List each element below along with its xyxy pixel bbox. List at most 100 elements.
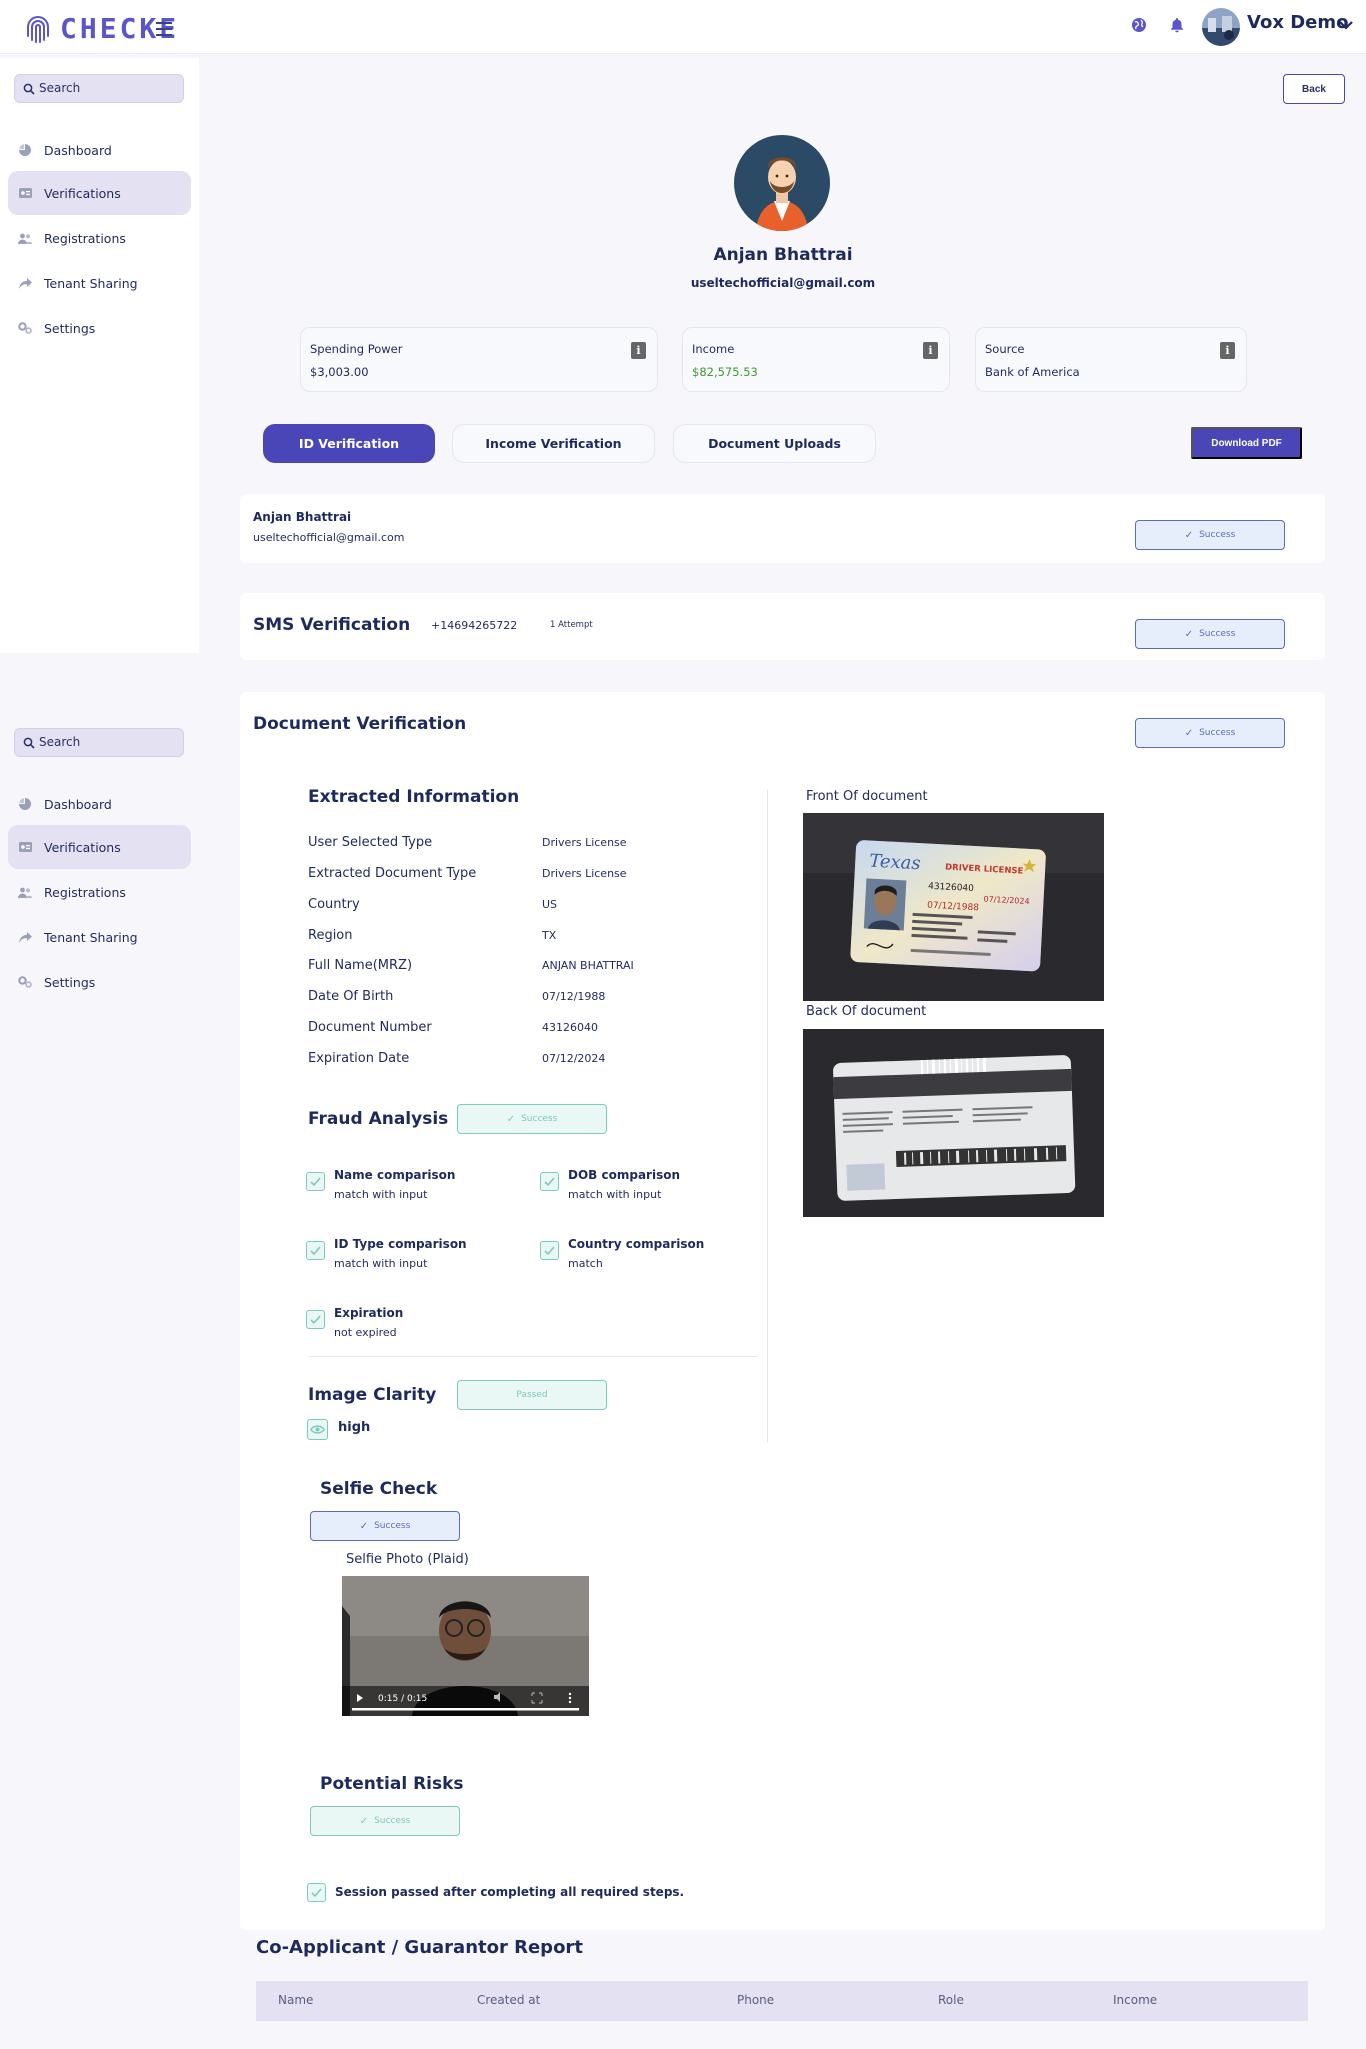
sidebar-item-label: Dashboard xyxy=(44,142,112,158)
selfie-check-title: Selfie Check xyxy=(320,1479,438,1499)
field-value: TX xyxy=(542,929,557,942)
pie-chart-icon xyxy=(18,797,32,811)
search-icon xyxy=(23,83,35,95)
field-value: 07/12/1988 xyxy=(542,990,606,1003)
video-time: 0:15 / 0:15 xyxy=(378,1694,427,1704)
horizontal-divider xyxy=(308,1356,758,1357)
column-header[interactable]: Income xyxy=(1113,1993,1157,2007)
check-title: ID Type comparison xyxy=(334,1237,467,1251)
fingerprint-logo-icon xyxy=(27,16,49,43)
field-label: User Selected Type xyxy=(308,835,433,850)
globe-icon[interactable] xyxy=(1131,17,1147,33)
image-clarity-title: Image Clarity xyxy=(308,1385,437,1405)
back-button[interactable]: Back xyxy=(1283,74,1345,104)
session-passed-text: Session passed after completing all requ… xyxy=(335,1885,685,1899)
user-avatar[interactable] xyxy=(1202,8,1240,46)
sidebar-item-verifications[interactable]: Verifications xyxy=(8,171,191,215)
search-label: Search xyxy=(39,81,81,95)
notification-bell-icon[interactable] xyxy=(1169,17,1185,33)
stat-card-source: Source Bank of America i xyxy=(975,327,1247,392)
check-title: DOB comparison xyxy=(568,1168,680,1182)
sidebar-item-dashboard[interactable]: Dashboard xyxy=(8,128,191,172)
sidebar-item-tenant-sharing[interactable]: Tenant Sharing xyxy=(8,915,191,959)
chevron-down-icon[interactable] xyxy=(1338,18,1354,32)
sidebar-item-label: Registrations xyxy=(44,230,126,246)
check-title: Name comparison xyxy=(334,1168,456,1182)
gears-icon xyxy=(18,321,32,335)
checkbox-checked-icon xyxy=(307,1883,326,1902)
user-name[interactable]: Vox Demo xyxy=(1247,12,1348,33)
sidebar-item-dashboard[interactable]: Dashboard xyxy=(8,782,191,826)
sidebar-item-label: Dashboard xyxy=(44,796,112,812)
field-value: 07/12/2024 xyxy=(542,1052,606,1065)
sidebar-item-label: Settings xyxy=(44,320,96,336)
column-header[interactable]: Created at xyxy=(477,1993,540,2007)
checkbox-checked-icon xyxy=(306,1310,325,1329)
stat-card-spending-power: Spending Power $3,003.00 i xyxy=(300,327,658,392)
risks-status-badge: ✓ Success xyxy=(310,1806,460,1836)
users-icon xyxy=(18,885,32,899)
stat-label: Source xyxy=(985,342,1025,356)
status-badge: ✓ Success xyxy=(1135,520,1285,550)
sidebar-item-verifications[interactable]: Verifications xyxy=(8,825,191,869)
selfie-video-player[interactable]: 0:15 / 0:15 xyxy=(342,1576,589,1716)
field-label: Expiration Date xyxy=(308,1051,410,1066)
sms-attempts: 1 Attempt xyxy=(550,620,593,630)
field-label: Full Name(MRZ) xyxy=(308,958,413,973)
top-bar: CHECKE Vox Demo xyxy=(0,0,1366,54)
check-icon: ✓ xyxy=(359,1815,369,1827)
profile-avatar xyxy=(734,135,830,231)
field-value: US xyxy=(542,898,558,911)
id-card-icon xyxy=(18,186,32,200)
field-value: Drivers License xyxy=(542,867,627,880)
info-icon[interactable]: i xyxy=(1220,342,1235,359)
eye-icon xyxy=(307,1419,328,1440)
sidebar-item-registrations[interactable]: Registrations xyxy=(8,870,191,914)
checkbox-checked-icon xyxy=(306,1172,325,1191)
extracted-info-title: Extracted Information xyxy=(308,787,520,807)
sidebar-search[interactable]: Search xyxy=(14,728,184,757)
users-icon xyxy=(18,231,32,245)
sidebar-item-settings[interactable]: Settings xyxy=(8,960,191,1004)
field-label: Country xyxy=(308,897,360,912)
stat-value: Bank of America xyxy=(985,365,1080,379)
tab-id-verification[interactable]: ID Verification xyxy=(263,424,435,463)
clarity-value: high xyxy=(338,1420,371,1435)
info-icon[interactable]: i xyxy=(631,342,646,359)
field-label: Date Of Birth xyxy=(308,989,394,1004)
sidebar-nav-upper: Search Dashboard Verifications Registrat… xyxy=(0,58,199,653)
profile-email: useltechofficial@gmail.com xyxy=(690,276,876,290)
sidebar-item-settings[interactable]: Settings xyxy=(8,306,191,350)
check-subtitle: match with input xyxy=(568,1188,662,1201)
sidebar-search[interactable]: Search xyxy=(14,74,184,103)
column-header[interactable]: Role xyxy=(938,1993,964,2007)
search-label: Search xyxy=(39,735,81,749)
info-icon[interactable]: i xyxy=(923,342,938,359)
sidebar-nav-lower: Search Dashboard Verifications Registrat… xyxy=(0,712,199,1032)
field-value: ANJAN BHATTRAI xyxy=(542,959,634,972)
id-card-icon xyxy=(18,840,32,854)
check-subtitle: not expired xyxy=(334,1326,397,1339)
tab-income-verification[interactable]: Income Verification xyxy=(452,424,655,463)
fraud-status-badge: ✓ Success xyxy=(457,1104,607,1134)
download-pdf-button[interactable]: Download PDF xyxy=(1191,427,1302,459)
column-header[interactable]: Name xyxy=(278,1993,313,2007)
back-document-image[interactable] xyxy=(803,1029,1104,1217)
clarity-status-badge: Passed xyxy=(457,1380,607,1410)
tab-document-uploads[interactable]: Document Uploads xyxy=(673,424,876,463)
field-label: Region xyxy=(308,928,353,943)
vertical-divider xyxy=(767,790,768,1442)
profile-name: Anjan Bhattrai xyxy=(713,245,853,265)
check-icon: ✓ xyxy=(1184,529,1194,541)
field-value: 43126040 xyxy=(542,1021,598,1034)
sidebar-item-label: Registrations xyxy=(44,884,126,900)
field-value: Drivers License xyxy=(542,836,627,849)
menu-toggle-icon[interactable] xyxy=(156,22,172,36)
front-document-image[interactable]: Texas DRIVER LICENSE 43126040 07/12/1988… xyxy=(803,813,1104,1001)
column-header[interactable]: Phone xyxy=(737,1993,774,2007)
license-state: Texas xyxy=(869,851,921,875)
check-subtitle: match with input xyxy=(334,1188,428,1201)
status-badge: ✓ Success xyxy=(1135,718,1285,748)
document-title: Document Verification xyxy=(253,714,467,734)
identity-name: Anjan Bhattrai xyxy=(253,510,352,524)
